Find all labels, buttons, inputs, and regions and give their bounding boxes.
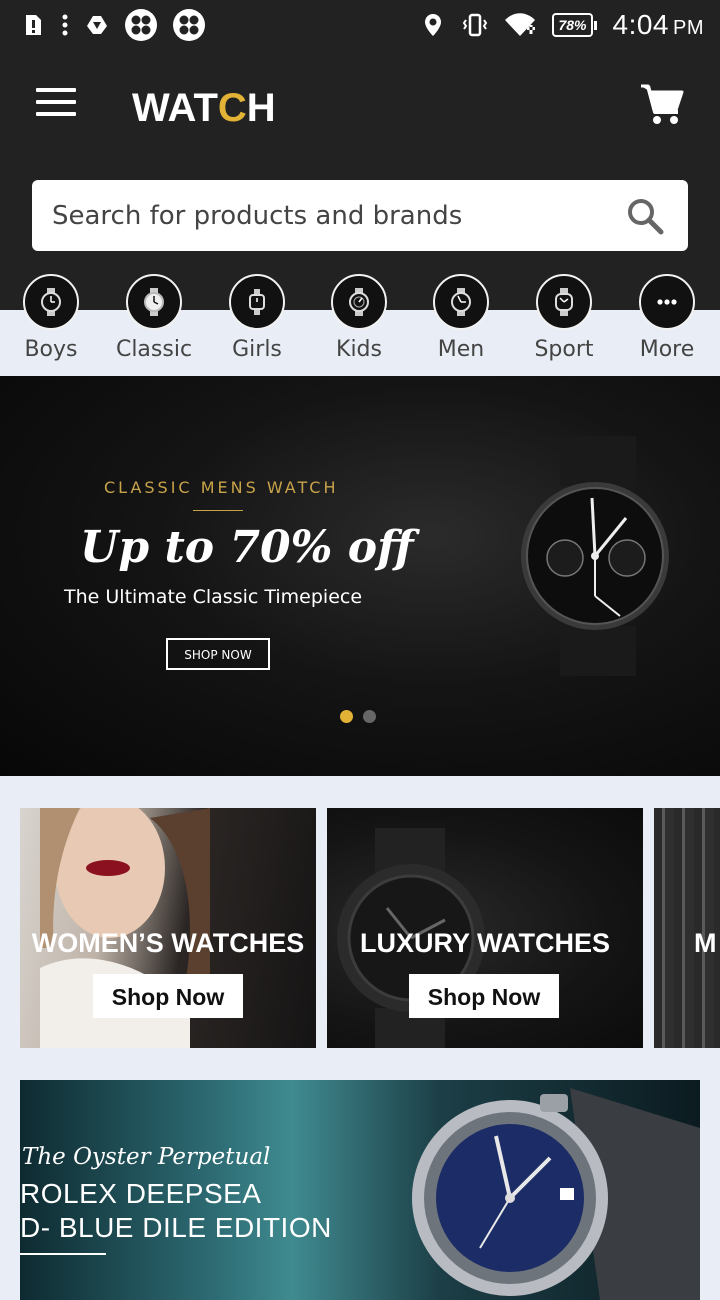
carousel-indicator — [340, 710, 376, 723]
wifi-icon — [505, 13, 536, 36]
category-classic[interactable]: Classic — [104, 274, 204, 364]
cart-icon[interactable] — [638, 80, 686, 128]
category-label: Classic — [115, 337, 193, 362]
search-input[interactable] — [32, 180, 612, 251]
shop-now-button[interactable]: Shop Now — [409, 974, 559, 1018]
hero-divider — [193, 510, 243, 511]
category-kids[interactable]: Kids — [309, 274, 409, 364]
more-vert-icon — [62, 14, 68, 36]
drive-icon — [87, 16, 107, 34]
logo-text-3: H — [246, 85, 276, 130]
menu-icon[interactable] — [36, 88, 76, 118]
category-label: Men — [437, 337, 485, 362]
promo-title: WOMEN’S WATCHES — [31, 928, 305, 958]
smartwatch-image — [521, 436, 669, 676]
feature-divider — [20, 1253, 106, 1255]
location-icon — [425, 14, 442, 36]
category-label: Kids — [336, 337, 382, 362]
watch-icon — [23, 274, 79, 330]
category-boys[interactable]: Boys — [1, 274, 101, 364]
status-bar: 78% 4:04 PM — [0, 0, 720, 50]
promo-luxury-watches[interactable]: LUXURY WATCHES Shop Now — [327, 808, 643, 1048]
clover-icon — [125, 9, 157, 41]
carousel-dot[interactable] — [363, 710, 376, 723]
feature-title: ROLEX DEEPSEA — [20, 1178, 262, 1209]
category-label: More — [639, 337, 695, 362]
battery-level: 78% — [552, 13, 593, 37]
app-logo[interactable]: WAT C H — [132, 84, 276, 132]
category-label: Girls — [232, 337, 282, 362]
alert-icon — [26, 15, 41, 35]
clock-time: 4:04 — [612, 9, 669, 40]
feature-subtitle: The Oyster Perpetual — [22, 1144, 271, 1170]
promo-mens-watches[interactable]: M — [654, 808, 720, 1048]
category-strip: Boys Classic Girls Kids Men Sport More — [0, 274, 720, 376]
search-icon[interactable] — [626, 197, 664, 235]
rolex-watch-image — [412, 1088, 700, 1300]
category-men[interactable]: Men — [411, 274, 511, 364]
category-more[interactable]: More — [617, 274, 717, 364]
logo-text-2: C — [217, 85, 247, 130]
clover-icon — [173, 9, 205, 41]
category-label: Boys — [24, 337, 78, 362]
logo-text-1: WAT — [132, 85, 218, 130]
shop-now-button[interactable]: Shop Now — [93, 974, 243, 1018]
app-header: WAT C H — [0, 50, 720, 310]
hero-banner[interactable]: CLASSIC MENS WATCH Up to 70% off The Ult… — [0, 376, 720, 776]
watch-icon — [229, 274, 285, 330]
clock-ampm: PM — [673, 17, 704, 39]
watch-icon — [536, 274, 592, 330]
category-label: Sport — [534, 337, 594, 362]
hero-shop-now-button[interactable]: SHOP NOW — [166, 638, 270, 670]
category-sport[interactable]: Sport — [514, 274, 614, 364]
watch-icon — [126, 274, 182, 330]
category-girls[interactable]: Girls — [207, 274, 307, 364]
feature-title-2: D- BLUE DILE EDITION — [20, 1212, 332, 1243]
hero-headline: Up to 70% off — [80, 522, 414, 573]
vibrate-icon — [463, 13, 488, 37]
watch-icon — [433, 274, 489, 330]
promo-title: LUXURY WATCHES — [359, 928, 610, 958]
battery-icon: 78% — [552, 13, 597, 37]
carousel-dot-active[interactable] — [340, 710, 353, 723]
clock: 4:04 PM — [613, 9, 705, 41]
promo-title: M — [694, 928, 717, 958]
search-bar — [32, 180, 688, 251]
promo-womens-watches[interactable]: WOMEN’S WATCHES Shop Now — [20, 808, 316, 1048]
hero-subline: The Ultimate Classic Timepiece — [64, 586, 363, 608]
watch-icon — [331, 274, 387, 330]
more-horiz-icon — [639, 274, 695, 330]
feature-banner[interactable]: The Oyster Perpetual ROLEX DEEPSEA D- BL… — [20, 1080, 700, 1300]
hero-eyebrow: CLASSIC MENS WATCH — [104, 478, 339, 497]
